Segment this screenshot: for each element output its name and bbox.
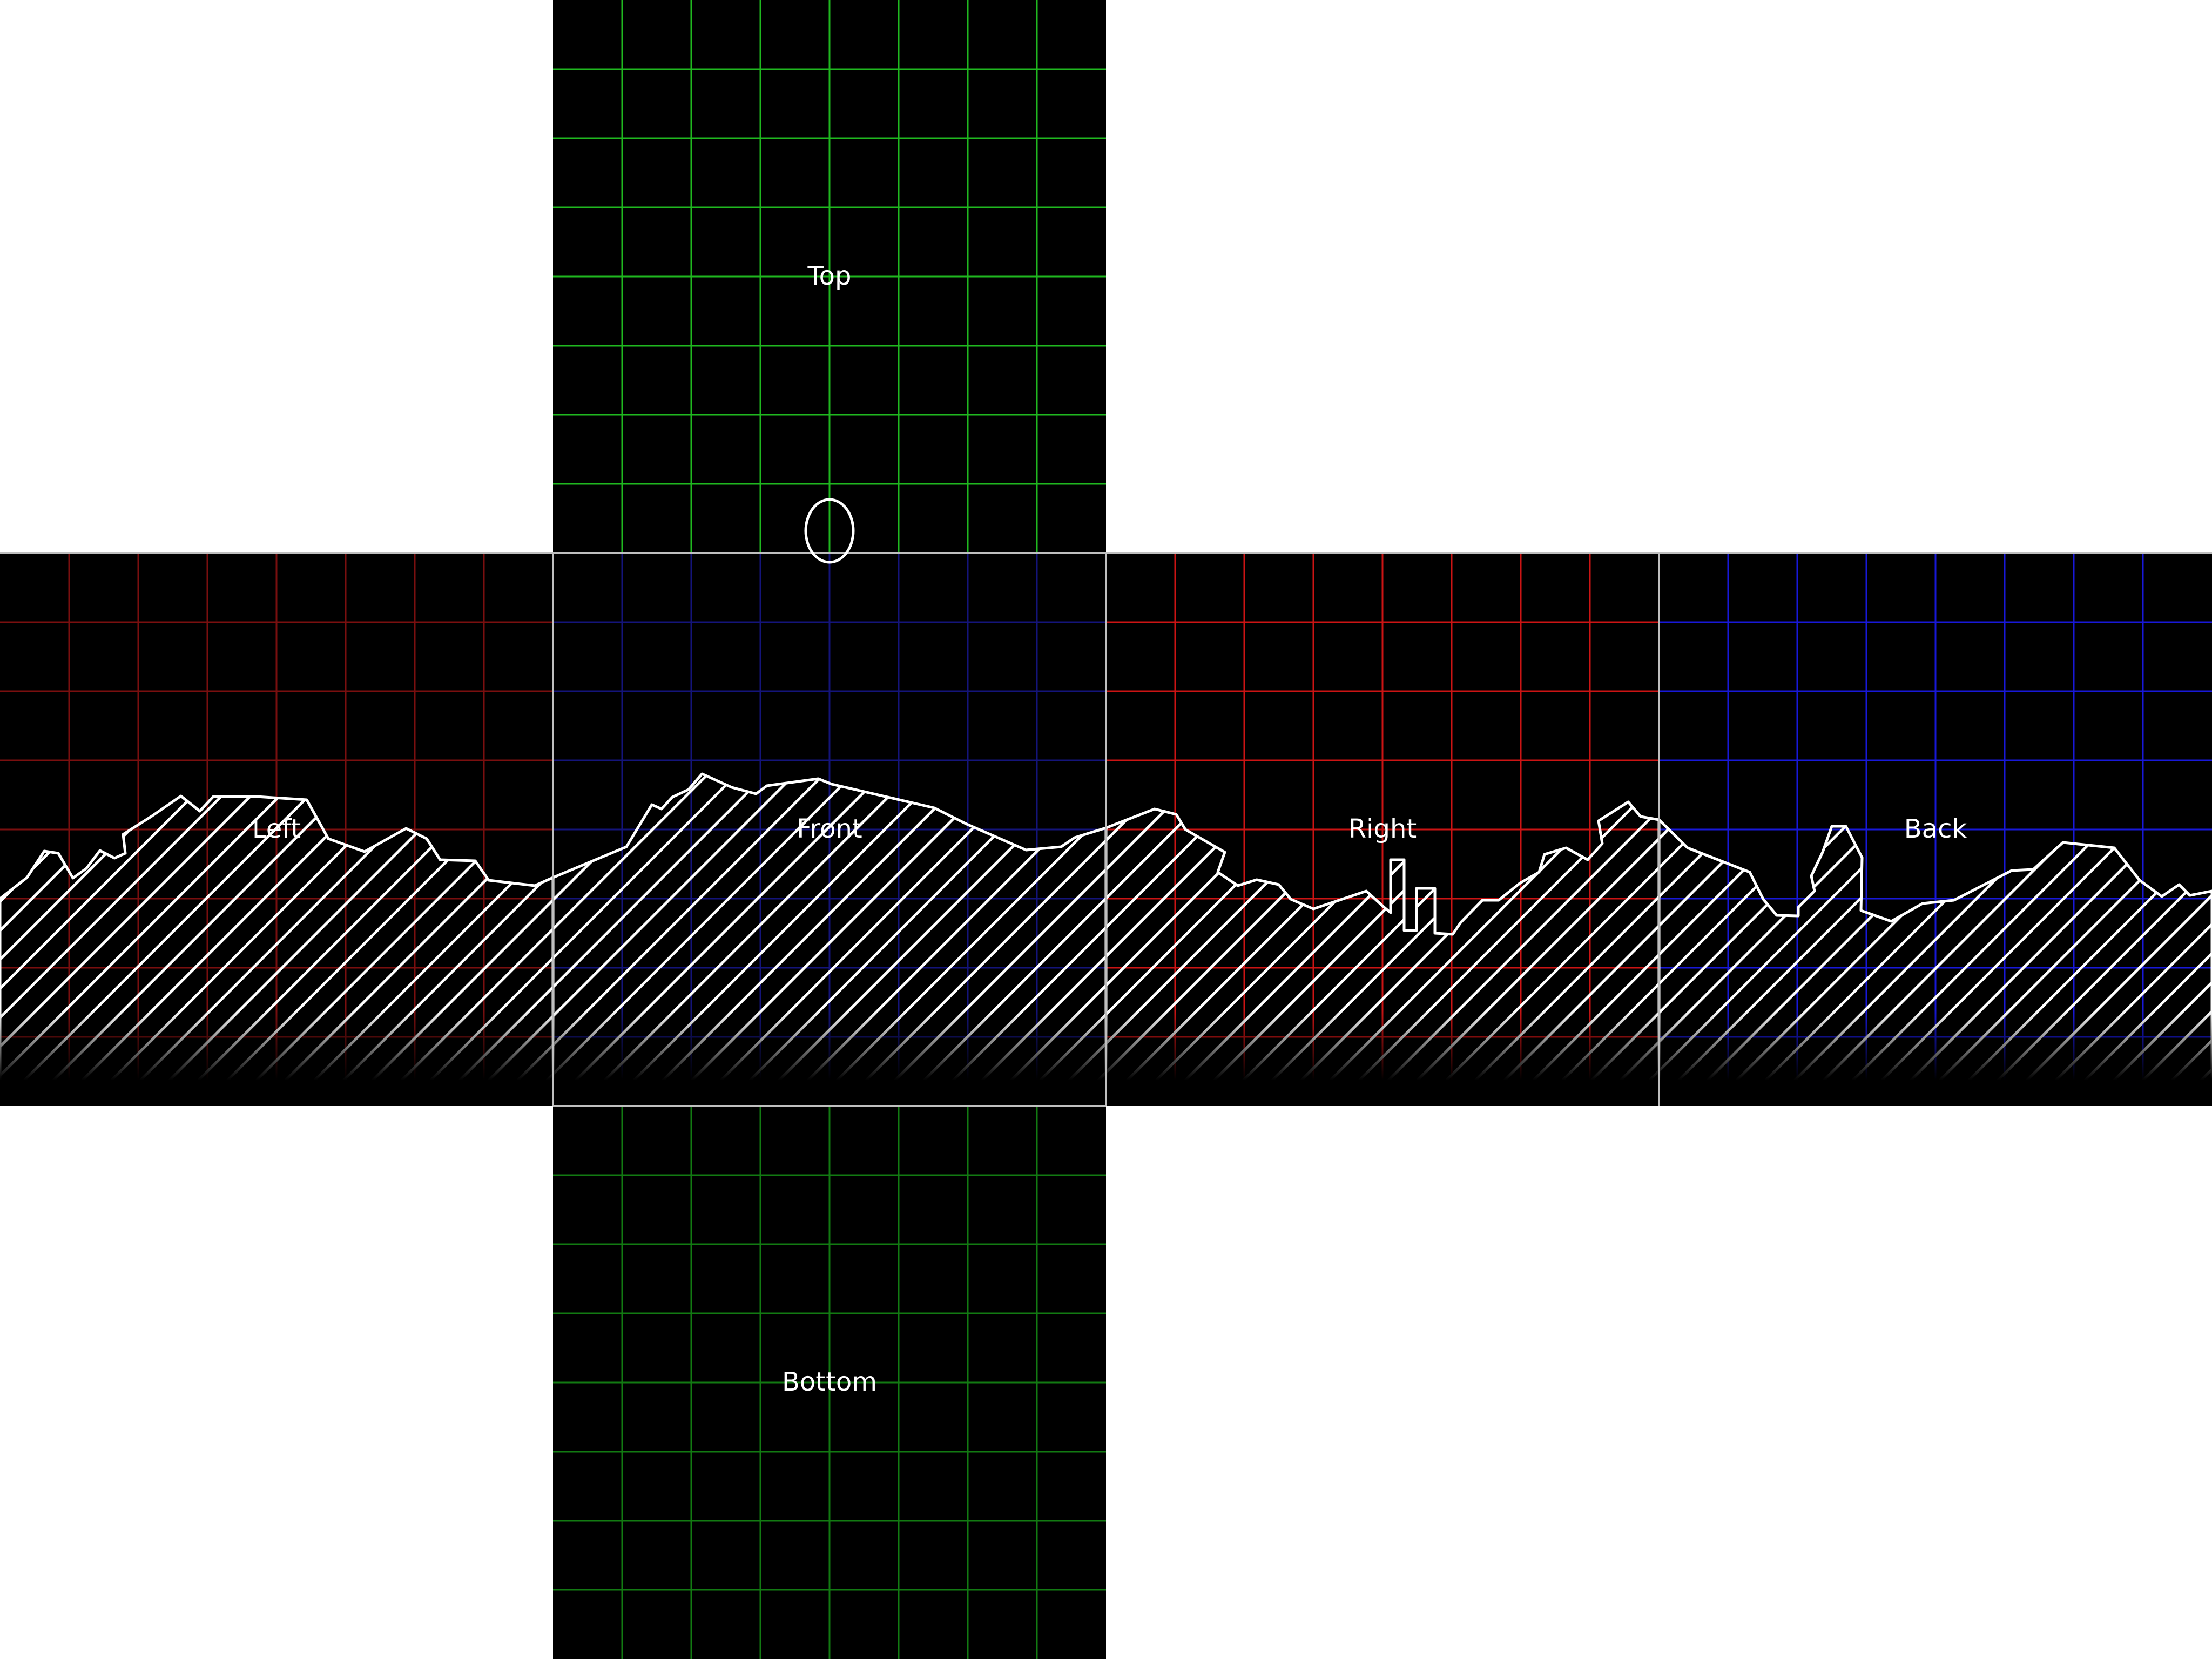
face-label-bottom: Bottom	[782, 1367, 877, 1397]
face-label-left: Left	[252, 814, 301, 844]
face-label-back: Back	[1904, 814, 1967, 844]
face-label-right: Right	[1348, 814, 1417, 844]
skybox-cross-diagram: Top Bottom Left Front Right Back	[0, 0, 2212, 1659]
face-top: Top	[553, 0, 1106, 553]
face-label-front: Front	[797, 814, 862, 844]
face-bottom: Bottom	[553, 1106, 1106, 1659]
face-label-top: Top	[807, 261, 852, 291]
